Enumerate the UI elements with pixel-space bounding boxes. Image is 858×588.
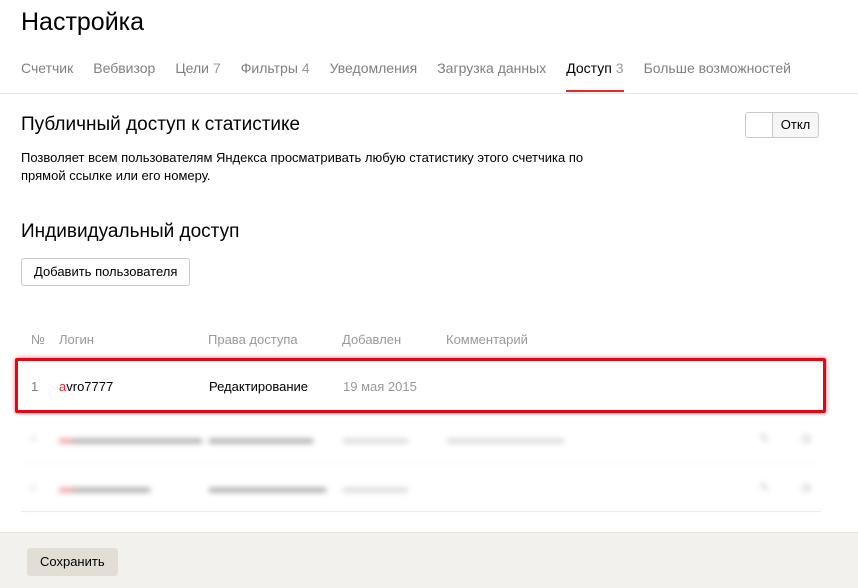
table-bottom-divider [21, 511, 821, 512]
header-comment: Комментарий [446, 332, 528, 347]
tab-notifications[interactable]: Уведомления [330, 58, 418, 92]
blurred-table-row: ▪ ▬▬▬▬▬▬▬ ▬▬▬▬▬▬▬▬▬ ▬▬▬▬▬ ✎ ⊖ [21, 463, 821, 512]
header-rights: Права доступа [208, 332, 298, 347]
header-num: № [31, 332, 45, 347]
access-table-header: № Логин Права доступа Добавлен Комментар… [0, 331, 858, 349]
public-access-title: Публичный доступ к статистике [21, 114, 301, 135]
tab-data-upload[interactable]: Загрузка данных [437, 58, 546, 92]
public-access-description: Позволяет всем пользователям Яндекса про… [21, 150, 584, 183]
page-title: Настройка [21, 8, 145, 36]
tab-webvisor[interactable]: Вебвизор [93, 58, 155, 92]
tabs-divider [0, 93, 858, 94]
tab-goals[interactable]: Цели 7 [175, 58, 220, 92]
blurred-table-row: ▪ ▬▬▬▬▬▬▬▬▬▬▬ ▬▬▬▬▬▬▬▬ ▬▬▬▬▬ ▬▬▬▬▬▬▬▬▬ ✎… [21, 414, 821, 463]
toggle-label: Откл [780, 117, 811, 132]
header-login: Логин [59, 332, 94, 347]
tab-access-count: 3 [615, 60, 624, 76]
individual-access-title: Индивидуальный доступ [21, 221, 240, 242]
tab-access[interactable]: Доступ 3 [566, 58, 624, 92]
tab-goals-count: 7 [212, 60, 221, 76]
edit-icon: ✎ [759, 480, 770, 495]
tab-filters[interactable]: Фильтры 4 [241, 58, 310, 92]
toggle-knob [746, 113, 773, 137]
tab-filters-count: 4 [301, 60, 310, 76]
add-user-button[interactable]: Добавить пользователя [21, 258, 191, 286]
edit-icon: ✎ [759, 431, 770, 446]
delete-icon: ⊖ [801, 480, 812, 495]
settings-tabs: Счетчик Вебвизор Цели 7 Фильтры 4 Уведомле… [21, 58, 811, 92]
save-button[interactable]: Сохранить [27, 548, 118, 576]
tab-counter[interactable]: Счетчик [21, 58, 73, 92]
tab-more-features[interactable]: Больше возможностей [644, 58, 791, 92]
delete-icon: ⊖ [801, 431, 812, 446]
public-access-toggle[interactable]: Откл [745, 112, 819, 138]
row-highlight-frame [15, 358, 826, 413]
footer-bar: Сохранить [0, 532, 858, 588]
header-added: Добавлен [342, 332, 402, 347]
